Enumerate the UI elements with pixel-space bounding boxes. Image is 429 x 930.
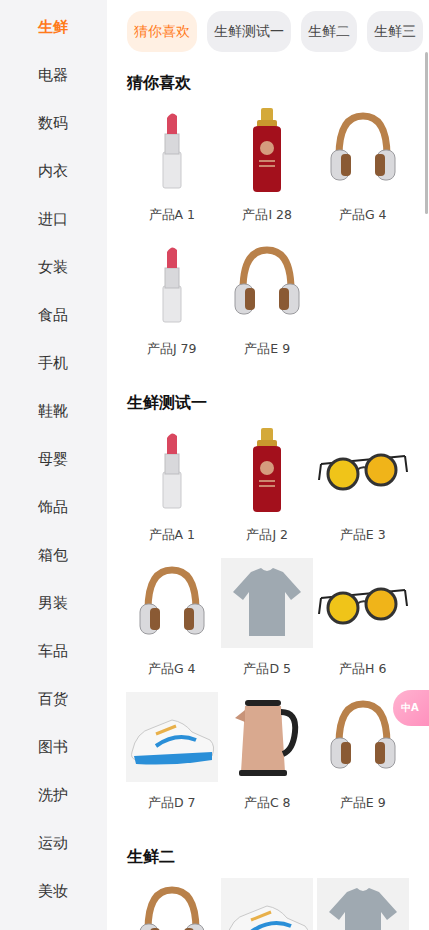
translate-button[interactable]: 中A (393, 690, 429, 726)
product-card[interactable]: 产品H 6 (315, 558, 411, 692)
sidebar-item[interactable]: 食品 (0, 291, 107, 339)
product-image (126, 424, 218, 514)
sidebar-item[interactable]: 手机 (0, 339, 107, 387)
sidebar-item[interactable]: 进口 (0, 195, 107, 243)
sidebar-item[interactable]: 母婴 (0, 435, 107, 483)
product-label: 产品H 6 (339, 660, 386, 678)
sidebar-item[interactable]: 图书 (0, 723, 107, 771)
sidebar-item[interactable]: 运动 (0, 819, 107, 867)
sidebar-item[interactable]: 男装 (0, 579, 107, 627)
product-label: 产品D 7 (148, 794, 196, 812)
product-image (317, 424, 409, 514)
product-label: 产品E 3 (340, 526, 386, 544)
product-image (126, 104, 218, 194)
product-image (126, 238, 218, 328)
sidebar-item[interactable]: 数码 (0, 99, 107, 147)
product-grid (124, 878, 429, 930)
product-label: 产品A 1 (149, 206, 195, 224)
product-image (317, 558, 409, 648)
sidebar-item[interactable]: 洗护 (0, 771, 107, 819)
product-label: 产品I 28 (242, 206, 292, 224)
product-label: 产品D 5 (243, 660, 291, 678)
product-image (126, 558, 218, 648)
product-image (221, 692, 313, 782)
product-card[interactable] (220, 878, 316, 930)
product-image (126, 878, 218, 930)
tab-bar: 猜你喜欢生鲜测试一生鲜二生鲜三 (107, 0, 429, 52)
product-card[interactable]: 产品E 3 (315, 424, 411, 558)
product-label: 产品C 8 (244, 794, 291, 812)
product-card[interactable] (124, 878, 220, 930)
section-title: 生鲜测试一 (127, 392, 429, 414)
product-card[interactable]: 产品G 4 (315, 104, 411, 238)
product-card[interactable]: 产品D 5 (220, 558, 316, 692)
sidebar-item[interactable]: 内衣 (0, 147, 107, 195)
product-card[interactable] (315, 878, 411, 930)
sidebar-item[interactable]: 生鲜 (0, 3, 107, 51)
product-image (221, 238, 313, 328)
product-card[interactable]: 产品A 1 (124, 104, 220, 238)
tab[interactable]: 生鲜三 (367, 11, 423, 52)
sidebar-item[interactable]: 女装 (0, 243, 107, 291)
sidebar-item[interactable]: 箱包 (0, 531, 107, 579)
sidebar-item[interactable]: 电器 (0, 51, 107, 99)
product-card[interactable]: 产品I 28 (220, 104, 316, 238)
category-sidebar: 生鲜电器数码内衣进口女装食品手机鞋靴母婴饰品箱包男装车品百货图书洗护运动美妆 (0, 0, 107, 930)
product-card[interactable]: 产品A 1 (124, 424, 220, 558)
tab[interactable]: 生鲜测试一 (207, 11, 291, 52)
product-section: 生鲜二 (107, 826, 429, 930)
product-image (221, 558, 313, 648)
product-section: 生鲜测试一产品A 1 产品J 2 产品E 3 产品G 4 产品D 5 产品H 6 产品D 7… (107, 372, 429, 826)
product-card[interactable]: 产品D 7 (124, 692, 220, 826)
sidebar-item[interactable]: 百货 (0, 675, 107, 723)
product-image (317, 104, 409, 194)
product-card[interactable]: 产品C 8 (220, 692, 316, 826)
product-card[interactable]: 产品G 4 (124, 558, 220, 692)
product-label: 产品A 1 (149, 526, 195, 544)
product-card[interactable]: 产品E 9 (220, 238, 316, 372)
product-image (221, 424, 313, 514)
product-grid: 产品A 1 产品J 2 产品E 3 产品G 4 产品D 5 产品H 6 产品D 7 产品C 8… (124, 424, 429, 826)
scrollbar[interactable] (425, 52, 428, 214)
product-section: 猜你喜欢产品A 1 产品I 28 产品G 4 产品J 79 产品E 9 (107, 52, 429, 372)
product-label: 产品E 9 (340, 794, 386, 812)
product-label: 产品G 4 (148, 660, 196, 678)
product-label: 产品G 4 (339, 206, 387, 224)
product-image (221, 878, 313, 930)
product-label: 产品J 2 (246, 526, 288, 544)
product-label: 产品J 79 (147, 340, 197, 358)
product-card[interactable]: 产品J 2 (220, 424, 316, 558)
section-title: 生鲜二 (127, 846, 429, 868)
content-panel: 猜你喜欢生鲜测试一生鲜二生鲜三猜你喜欢产品A 1产品I 28产品G 4产品J 7… (107, 0, 429, 930)
sidebar-item[interactable]: 美妆 (0, 867, 107, 915)
product-label: 产品E 9 (244, 340, 290, 358)
tab[interactable]: 猜你喜欢 (127, 11, 197, 52)
product-image (221, 104, 313, 194)
product-image (317, 878, 409, 930)
sidebar-item[interactable]: 鞋靴 (0, 387, 107, 435)
section-title: 猜你喜欢 (127, 72, 429, 94)
tab[interactable]: 生鲜二 (301, 11, 357, 52)
product-grid: 产品A 1 产品I 28 产品G 4 产品J 79 产品E 9 (124, 104, 429, 372)
product-card[interactable]: 产品J 79 (124, 238, 220, 372)
product-image (126, 692, 218, 782)
sidebar-item[interactable]: 车品 (0, 627, 107, 675)
sidebar-item[interactable]: 饰品 (0, 483, 107, 531)
